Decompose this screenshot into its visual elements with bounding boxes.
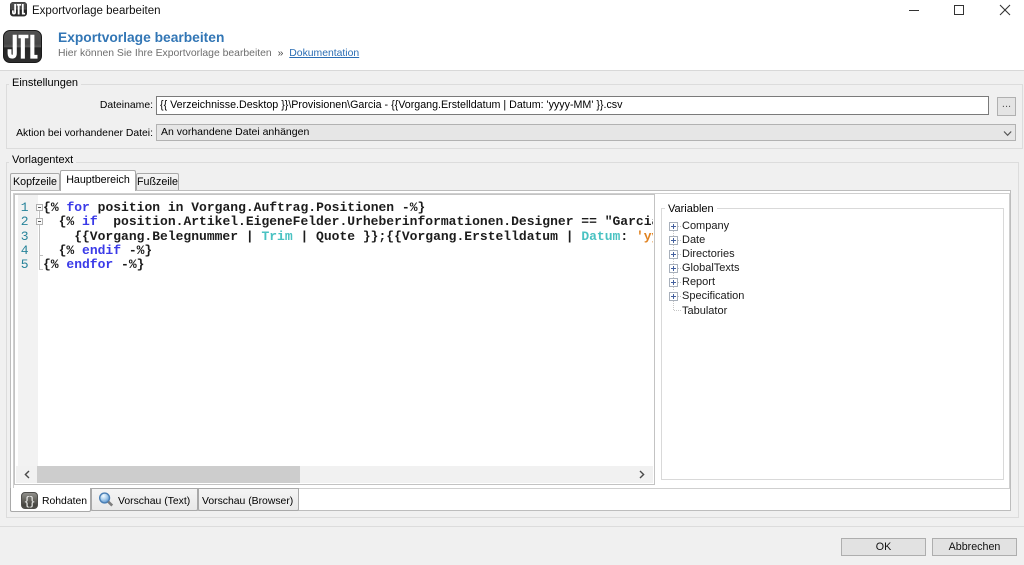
svg-text:{}: {} <box>25 496 35 508</box>
